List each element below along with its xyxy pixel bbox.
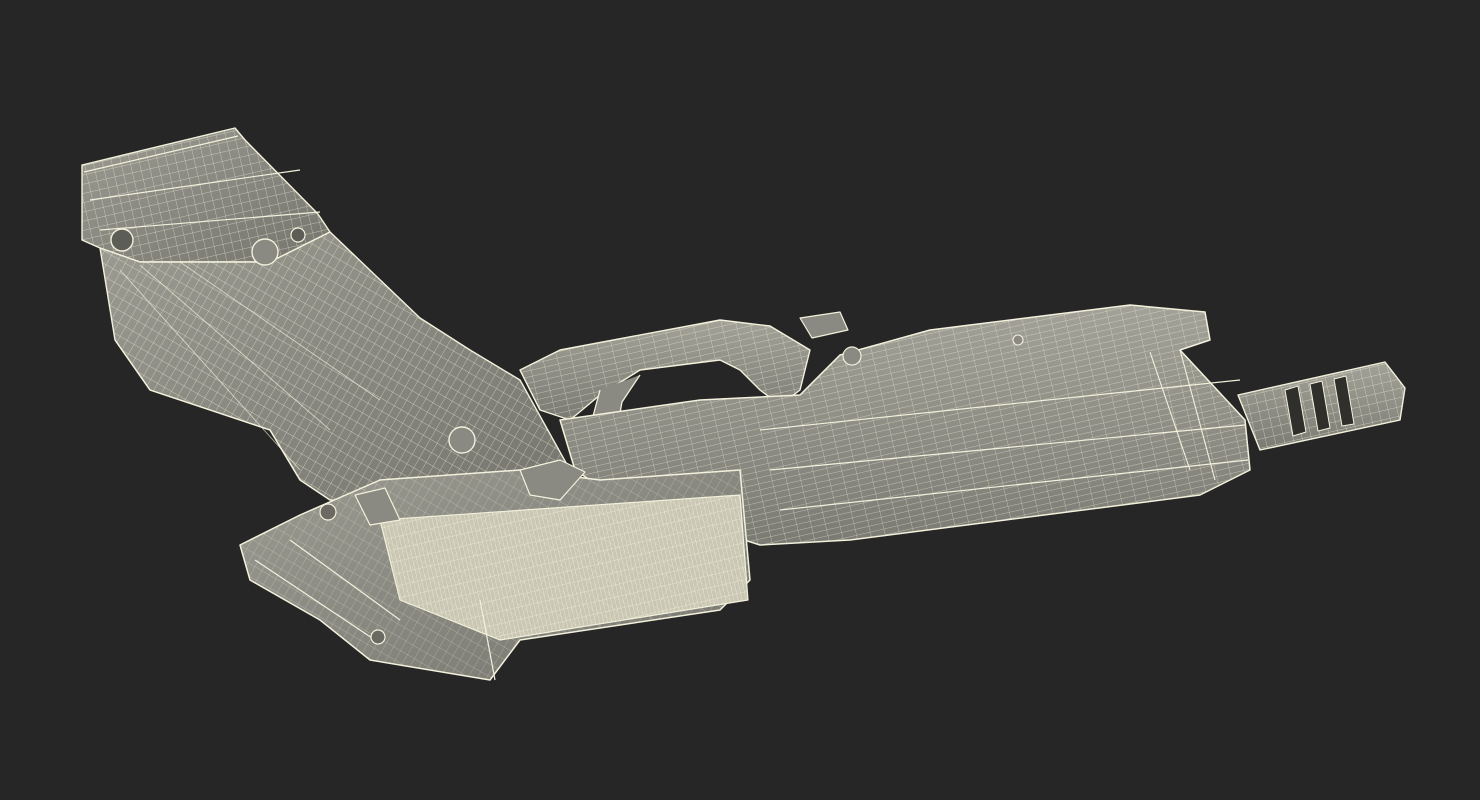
wireframe-render [0,0,1480,800]
grip-screw-bottom [448,426,476,454]
frame-pin-rear [319,503,337,521]
grip-screw-top [251,238,279,266]
render-viewport [0,0,1480,800]
magazine-screw-left [110,228,134,252]
frame-pin-front [370,629,386,645]
slide-pin [842,346,862,366]
slide-pin-rear [1012,334,1024,346]
magazine-screw-right [290,227,306,243]
